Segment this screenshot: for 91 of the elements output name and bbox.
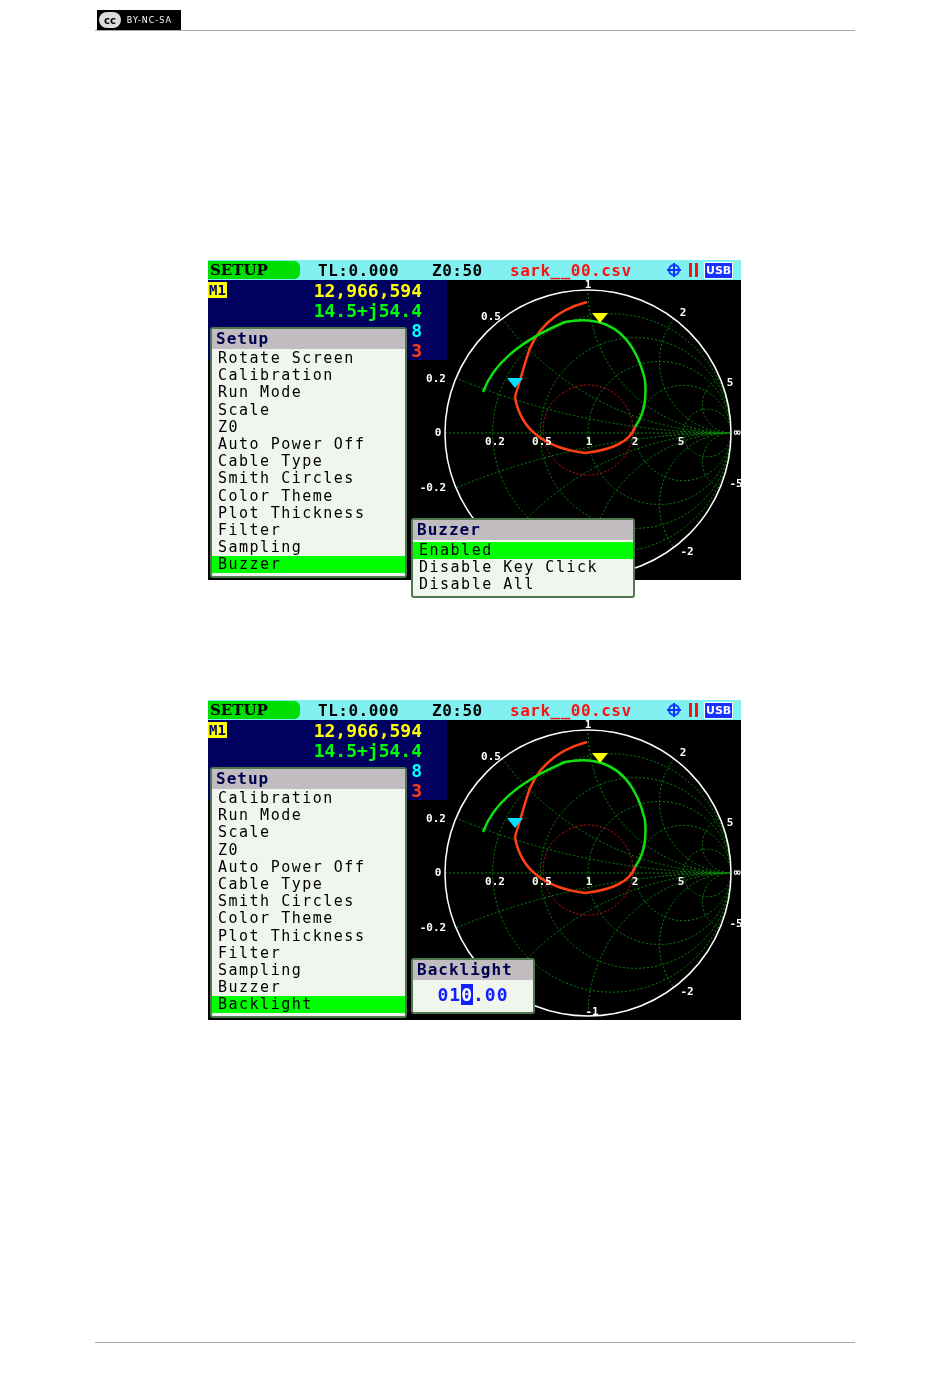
submenu-title: Backlight bbox=[413, 960, 533, 980]
menu-item[interactable]: Color Theme bbox=[212, 910, 405, 928]
axis-label: 0.2 bbox=[485, 435, 505, 448]
axis-label: 0.2 bbox=[485, 875, 505, 888]
cc-logo: cc bbox=[99, 12, 121, 28]
axis-label: -1 bbox=[585, 1005, 599, 1018]
file-name: sark__00.csv bbox=[510, 700, 633, 720]
marker-value: 3 bbox=[411, 339, 422, 361]
axis-label: 1 bbox=[585, 875, 593, 888]
menu-item[interactable]: Auto Power Off bbox=[212, 435, 405, 454]
pause-icon bbox=[688, 262, 700, 278]
axis-label: 5 bbox=[726, 376, 734, 389]
menu-item[interactable]: Run Mode bbox=[212, 384, 405, 402]
marker-icon bbox=[507, 378, 523, 388]
crosshair-icon bbox=[666, 702, 682, 718]
marker-label: M1 bbox=[208, 722, 227, 738]
axis-label: 5 bbox=[677, 875, 685, 888]
menu-item[interactable]: Calibration bbox=[212, 790, 405, 808]
axis-label: 5 bbox=[677, 435, 685, 448]
value-field[interactable]: 010.00 bbox=[413, 980, 533, 1005]
crosshair-icon bbox=[666, 262, 682, 278]
submenu-item[interactable]: Disable All bbox=[413, 576, 633, 594]
menu-item[interactable]: Cable Type bbox=[212, 453, 405, 471]
marker-value: 14.5+j54.4 bbox=[313, 299, 422, 321]
menu-item[interactable]: Cable Type bbox=[212, 875, 405, 894]
submenu-item[interactable]: Disable Key Click bbox=[413, 559, 633, 577]
menu-item[interactable]: Run Mode bbox=[212, 807, 405, 825]
marker-icon bbox=[592, 753, 608, 763]
menu-item[interactable]: Z0 bbox=[212, 841, 405, 859]
axis-label: ∞ bbox=[733, 426, 741, 439]
status-text: TL:0.000 bbox=[318, 260, 401, 280]
menu-title: Setup bbox=[212, 769, 405, 789]
marker-value: 12,966,594 bbox=[313, 719, 422, 741]
axis-label: 2 bbox=[631, 435, 639, 448]
menu-item[interactable]: Z0 bbox=[212, 418, 405, 436]
menu-item[interactable]: Buzzer bbox=[212, 556, 405, 574]
menu-item[interactable]: Backlight bbox=[212, 996, 405, 1014]
menu-item[interactable]: Rotate Screen bbox=[212, 350, 405, 368]
axis-label: 0.2 bbox=[426, 812, 446, 825]
marker-value: 12,966,594 bbox=[313, 279, 422, 301]
marker-value: 14.5+j54.4 bbox=[313, 739, 422, 761]
submenu-item[interactable]: Enabled bbox=[413, 542, 633, 560]
axis-label: 0 bbox=[434, 866, 442, 879]
axis-label: -2 bbox=[680, 985, 694, 998]
axis-label: 2 bbox=[679, 306, 687, 319]
status-text: TL:0.000 bbox=[318, 700, 401, 720]
menu-item[interactable]: Buzzer bbox=[212, 979, 405, 997]
usb-badge: USB bbox=[704, 701, 734, 719]
marker-icon bbox=[592, 313, 608, 323]
menu-item[interactable]: Filter bbox=[212, 521, 405, 540]
menu-item[interactable]: Plot Thickness bbox=[212, 927, 405, 945]
axis-label: 1 bbox=[585, 435, 593, 448]
menu-item[interactable]: Sampling bbox=[212, 539, 405, 557]
status-text: Z0:50 bbox=[432, 260, 484, 280]
menu-item[interactable]: Filter bbox=[212, 944, 405, 962]
axis-label: 0.5 bbox=[481, 750, 501, 763]
menu-title: Setup bbox=[212, 329, 405, 349]
menu-item[interactable]: Calibration bbox=[212, 367, 405, 385]
axis-label: 1 bbox=[584, 280, 592, 291]
submenu-title: Buzzer bbox=[413, 520, 633, 540]
mode-tab[interactable]: SETUP bbox=[208, 701, 300, 719]
menu-item[interactable]: Color Theme bbox=[212, 487, 405, 505]
axis-label: -2 bbox=[680, 545, 694, 558]
axis-label: 0 bbox=[434, 426, 442, 439]
status-text: Z0:50 bbox=[432, 700, 484, 720]
marker-label: M1 bbox=[208, 282, 227, 298]
axis-label: 2 bbox=[631, 875, 639, 888]
menu-item[interactable]: Smith Circles bbox=[212, 893, 405, 911]
axis-label: 0.2 bbox=[426, 372, 446, 385]
axis-label: ∞ bbox=[733, 866, 741, 879]
axis-label: -0.2 bbox=[419, 481, 447, 494]
axis-label: -0.2 bbox=[419, 921, 447, 934]
menu-item[interactable]: Auto Power Off bbox=[212, 858, 405, 876]
mode-tab[interactable]: SETUP bbox=[208, 261, 300, 279]
axis-label: 2 bbox=[679, 746, 687, 759]
menu-item[interactable]: Sampling bbox=[212, 961, 405, 980]
marker-value: 8 bbox=[411, 319, 422, 341]
license-text: BY-NC-SA bbox=[126, 15, 172, 25]
pause-icon bbox=[688, 702, 700, 718]
marker-icon bbox=[507, 818, 523, 828]
axis-label: 5 bbox=[726, 816, 734, 829]
marker-value: 3 bbox=[411, 779, 422, 801]
file-name: sark__00.csv bbox=[510, 260, 633, 280]
menu-item[interactable]: Scale bbox=[212, 824, 405, 842]
menu-item[interactable]: Scale bbox=[212, 401, 405, 419]
usb-badge: USB bbox=[704, 261, 734, 279]
axis-label: 1 bbox=[584, 720, 592, 731]
menu-item[interactable]: Smith Circles bbox=[212, 470, 405, 488]
marker-value: 8 bbox=[411, 759, 422, 781]
axis-label: 0.5 bbox=[481, 310, 501, 323]
menu-item[interactable]: Plot Thickness bbox=[212, 504, 405, 522]
